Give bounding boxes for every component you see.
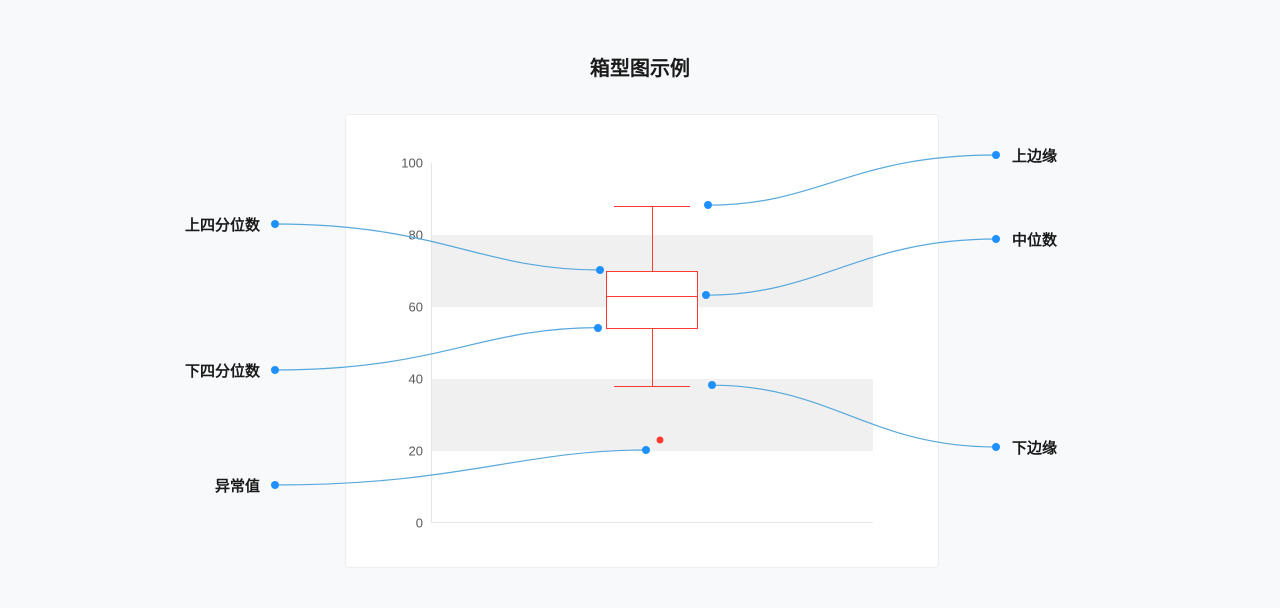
label-dot-q1 <box>271 366 279 374</box>
label-dot-min <box>992 443 1000 451</box>
box <box>606 271 698 329</box>
whisker-cap-lower <box>614 386 690 387</box>
y-tick-60: 60 <box>383 300 423 315</box>
x-axis <box>431 522 873 523</box>
label-lower-whisker: 下边缘 <box>1012 437 1057 458</box>
label-upper-quartile: 上四分位数 <box>185 214 260 235</box>
whisker-upper <box>652 206 653 271</box>
callout-dot-max <box>704 201 712 209</box>
label-dot-q3 <box>271 220 279 228</box>
grid-band <box>431 379 873 451</box>
y-axis <box>431 163 432 523</box>
label-dot-outlier <box>271 481 279 489</box>
plot-area: 0 20 40 60 80 100 <box>431 163 873 523</box>
label-median: 中位数 <box>1012 229 1057 250</box>
label-dot-max <box>992 151 1000 159</box>
y-tick-100: 100 <box>383 156 423 171</box>
callout-dot-min <box>708 381 716 389</box>
chart-card: 0 20 40 60 80 100 <box>345 114 939 568</box>
median-line <box>606 296 698 297</box>
callout-dot-q1 <box>594 324 602 332</box>
outlier-point <box>657 437 664 444</box>
y-tick-40: 40 <box>383 372 423 387</box>
chart-title: 箱型图示例 <box>0 52 1280 81</box>
label-outlier: 异常值 <box>215 475 260 496</box>
y-tick-20: 20 <box>383 444 423 459</box>
label-upper-whisker: 上边缘 <box>1012 145 1057 166</box>
page: 箱型图示例 0 20 40 60 80 100 <box>0 0 1280 608</box>
callout-dot-q3 <box>596 266 604 274</box>
whisker-lower <box>652 329 653 387</box>
y-tick-80: 80 <box>383 228 423 243</box>
label-lower-quartile: 下四分位数 <box>185 360 260 381</box>
label-dot-median <box>992 235 1000 243</box>
callout-dot-outlier <box>642 446 650 454</box>
callout-dot-median <box>702 291 710 299</box>
y-tick-0: 0 <box>383 516 423 531</box>
